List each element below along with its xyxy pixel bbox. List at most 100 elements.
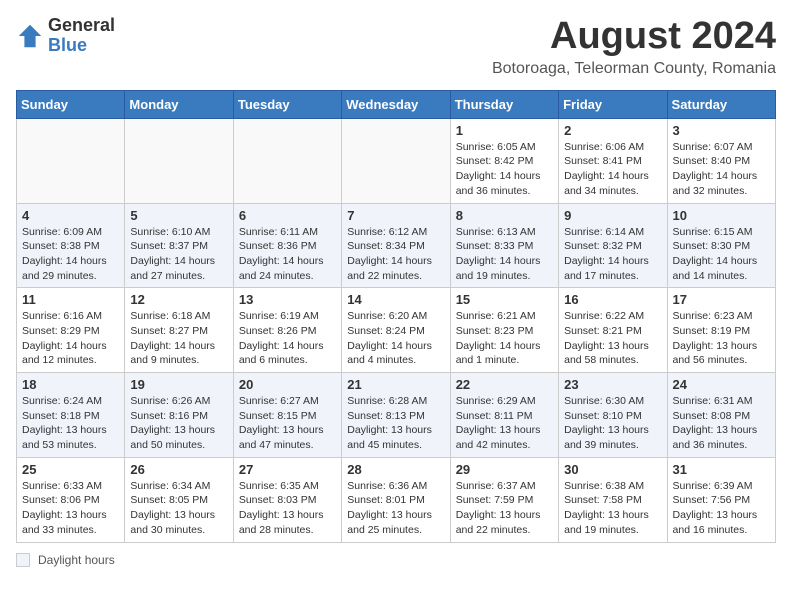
day-info: Sunrise: 6:35 AM Sunset: 8:03 PM Dayligh… <box>239 479 336 538</box>
weekday-header-monday: Monday <box>125 90 233 118</box>
day-number: 13 <box>239 292 336 307</box>
calendar-cell: 27Sunrise: 6:35 AM Sunset: 8:03 PM Dayli… <box>233 457 341 542</box>
month-year: August 2024 <box>492 16 776 58</box>
day-number: 24 <box>673 377 770 392</box>
weekday-header-tuesday: Tuesday <box>233 90 341 118</box>
day-number: 11 <box>22 292 119 307</box>
footer: Daylight hours <box>16 553 776 567</box>
daylight-label: Daylight hours <box>38 553 115 567</box>
calendar-cell: 5 Sunrise: 6:10 AM Sunset: 8:37 PM Daylig… <box>125 203 233 288</box>
day-number: 22 <box>456 377 553 392</box>
location: Botoroaga, Teleorman County, Romania <box>492 60 776 78</box>
day-info: Sunrise: 6:10 AM Sunset: 8:37 PM Dayligh… <box>130 225 227 284</box>
logo-blue-text: Blue <box>48 36 115 56</box>
day-info: Sunrise: 6:27 AM Sunset: 8:15 PM Dayligh… <box>239 394 336 453</box>
calendar-cell: 20Sunrise: 6:27 AM Sunset: 8:15 PM Dayli… <box>233 373 341 458</box>
weekday-header-row: SundayMondayTuesdayWednesdayThursdayFrid… <box>17 90 776 118</box>
calendar-cell: 3 Sunrise: 6:07 AM Sunset: 8:40 PM Daylig… <box>667 118 775 203</box>
day-info: Sunrise: 6:11 AM Sunset: 8:36 PM Dayligh… <box>239 225 336 284</box>
calendar-cell: 18 Sunrise: 6:24 AM Sunset: 8:18 PM Dayli… <box>17 373 125 458</box>
calendar-cell: 28 Sunrise: 6:36 AM Sunset: 8:01 PM Dayli… <box>342 457 450 542</box>
day-info: Sunrise: 6:06 AM Sunset: 8:41 PM Dayligh… <box>564 140 661 199</box>
day-info: Sunrise: 6:21 AM Sunset: 8:23 PM Dayligh… <box>456 309 553 368</box>
calendar-week-row: 18 Sunrise: 6:24 AM Sunset: 8:18 PM Dayli… <box>17 373 776 458</box>
calendar-cell: 21Sunrise: 6:28 AM Sunset: 8:13 PM Dayli… <box>342 373 450 458</box>
weekday-header-wednesday: Wednesday <box>342 90 450 118</box>
day-info: Sunrise: 6:36 AM Sunset: 8:01 PM Dayligh… <box>347 479 444 538</box>
day-number: 12 <box>130 292 227 307</box>
calendar-cell: 31 Sunrise: 6:39 AM Sunset: 7:56 PM Dayli… <box>667 457 775 542</box>
calendar-cell: 6Sunrise: 6:11 AM Sunset: 8:36 PM Daylig… <box>233 203 341 288</box>
day-info: Sunrise: 6:33 AM Sunset: 8:06 PM Dayligh… <box>22 479 119 538</box>
day-info: Sunrise: 6:37 AM Sunset: 7:59 PM Dayligh… <box>456 479 553 538</box>
day-info: Sunrise: 6:15 AM Sunset: 8:30 PM Dayligh… <box>673 225 770 284</box>
calendar-cell <box>233 118 341 203</box>
header: General Blue August 2024 Botoroaga, Tele… <box>16 16 776 78</box>
day-number: 15 <box>456 292 553 307</box>
logo: General Blue <box>16 16 115 56</box>
day-info: Sunrise: 6:14 AM Sunset: 8:32 PM Dayligh… <box>564 225 661 284</box>
day-number: 18 <box>22 377 119 392</box>
calendar-cell: 14 Sunrise: 6:20 AM Sunset: 8:24 PM Dayli… <box>342 288 450 373</box>
day-info: Sunrise: 6:22 AM Sunset: 8:21 PM Dayligh… <box>564 309 661 368</box>
calendar-cell: 15 Sunrise: 6:21 AM Sunset: 8:23 PM Dayli… <box>450 288 558 373</box>
daylight-color-swatch <box>16 553 30 567</box>
calendar-cell: 17Sunrise: 6:23 AM Sunset: 8:19 PM Dayli… <box>667 288 775 373</box>
day-info: Sunrise: 6:26 AM Sunset: 8:16 PM Dayligh… <box>130 394 227 453</box>
day-info: Sunrise: 6:05 AM Sunset: 8:42 PM Dayligh… <box>456 140 553 199</box>
calendar-cell: 29Sunrise: 6:37 AM Sunset: 7:59 PM Dayli… <box>450 457 558 542</box>
day-info: Sunrise: 6:24 AM Sunset: 8:18 PM Dayligh… <box>22 394 119 453</box>
day-info: Sunrise: 6:31 AM Sunset: 8:08 PM Dayligh… <box>673 394 770 453</box>
day-info: Sunrise: 6:18 AM Sunset: 8:27 PM Dayligh… <box>130 309 227 368</box>
day-number: 28 <box>347 462 444 477</box>
day-number: 23 <box>564 377 661 392</box>
day-number: 30 <box>564 462 661 477</box>
calendar-cell: 19 Sunrise: 6:26 AM Sunset: 8:16 PM Dayli… <box>125 373 233 458</box>
calendar-week-row: 4 Sunrise: 6:09 AM Sunset: 8:38 PM Daylig… <box>17 203 776 288</box>
calendar-cell: 10Sunrise: 6:15 AM Sunset: 8:30 PM Dayli… <box>667 203 775 288</box>
calendar-cell: 2 Sunrise: 6:06 AM Sunset: 8:41 PM Daylig… <box>559 118 667 203</box>
weekday-header-saturday: Saturday <box>667 90 775 118</box>
calendar-cell: 23 Sunrise: 6:30 AM Sunset: 8:10 PM Dayli… <box>559 373 667 458</box>
day-number: 25 <box>22 462 119 477</box>
calendar-cell <box>342 118 450 203</box>
weekday-header-sunday: Sunday <box>17 90 125 118</box>
calendar-cell: 7 Sunrise: 6:12 AM Sunset: 8:34 PM Daylig… <box>342 203 450 288</box>
calendar-cell: 24 Sunrise: 6:31 AM Sunset: 8:08 PM Dayli… <box>667 373 775 458</box>
logo-general-text: General <box>48 16 115 36</box>
day-number: 5 <box>130 208 227 223</box>
calendar-cell: 13Sunrise: 6:19 AM Sunset: 8:26 PM Dayli… <box>233 288 341 373</box>
day-info: Sunrise: 6:30 AM Sunset: 8:10 PM Dayligh… <box>564 394 661 453</box>
calendar-cell: 4 Sunrise: 6:09 AM Sunset: 8:38 PM Daylig… <box>17 203 125 288</box>
day-number: 2 <box>564 123 661 138</box>
day-info: Sunrise: 6:20 AM Sunset: 8:24 PM Dayligh… <box>347 309 444 368</box>
day-number: 21 <box>347 377 444 392</box>
calendar-week-row: 1Sunrise: 6:05 AM Sunset: 8:42 PM Daylig… <box>17 118 776 203</box>
day-info: Sunrise: 6:07 AM Sunset: 8:40 PM Dayligh… <box>673 140 770 199</box>
day-number: 17 <box>673 292 770 307</box>
day-number: 3 <box>673 123 770 138</box>
calendar-cell: 1Sunrise: 6:05 AM Sunset: 8:42 PM Daylig… <box>450 118 558 203</box>
day-info: Sunrise: 6:16 AM Sunset: 8:29 PM Dayligh… <box>22 309 119 368</box>
calendar-cell: 25 Sunrise: 6:33 AM Sunset: 8:06 PM Dayli… <box>17 457 125 542</box>
logo-icon <box>16 22 44 50</box>
day-number: 9 <box>564 208 661 223</box>
calendar-cell: 30Sunrise: 6:38 AM Sunset: 7:58 PM Dayli… <box>559 457 667 542</box>
calendar-cell: 16 Sunrise: 6:22 AM Sunset: 8:21 PM Dayli… <box>559 288 667 373</box>
calendar-cell: 26Sunrise: 6:34 AM Sunset: 8:05 PM Dayli… <box>125 457 233 542</box>
day-number: 31 <box>673 462 770 477</box>
day-info: Sunrise: 6:09 AM Sunset: 8:38 PM Dayligh… <box>22 225 119 284</box>
day-number: 19 <box>130 377 227 392</box>
calendar-cell: 9 Sunrise: 6:14 AM Sunset: 8:32 PM Daylig… <box>559 203 667 288</box>
day-number: 16 <box>564 292 661 307</box>
day-info: Sunrise: 6:39 AM Sunset: 7:56 PM Dayligh… <box>673 479 770 538</box>
day-number: 4 <box>22 208 119 223</box>
day-info: Sunrise: 6:12 AM Sunset: 8:34 PM Dayligh… <box>347 225 444 284</box>
weekday-header-thursday: Thursday <box>450 90 558 118</box>
day-number: 26 <box>130 462 227 477</box>
day-info: Sunrise: 6:29 AM Sunset: 8:11 PM Dayligh… <box>456 394 553 453</box>
calendar-cell <box>125 118 233 203</box>
day-number: 14 <box>347 292 444 307</box>
day-number: 7 <box>347 208 444 223</box>
day-info: Sunrise: 6:13 AM Sunset: 8:33 PM Dayligh… <box>456 225 553 284</box>
